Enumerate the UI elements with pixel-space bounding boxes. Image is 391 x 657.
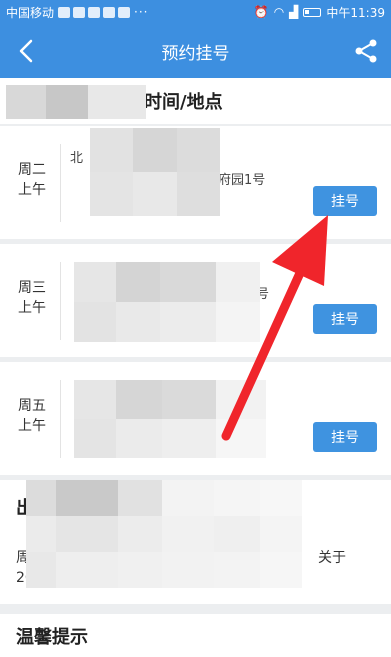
- clock: 中午11:39: [326, 5, 385, 20]
- schedule-card: 周三 上午 号 挂号: [0, 244, 391, 357]
- share-icon: [355, 39, 377, 63]
- weekday-label: 周三 上午: [18, 280, 46, 316]
- blurred-doctor-info: [74, 262, 260, 342]
- register-button[interactable]: 挂号: [313, 422, 377, 452]
- register-button[interactable]: 挂号: [313, 304, 377, 334]
- tips-section: 温馨提示: [0, 614, 391, 657]
- more-notifications-icon: ···: [134, 5, 149, 19]
- signal-icon: ▟: [289, 5, 299, 19]
- page-title: 预约挂号: [161, 43, 230, 64]
- register-button[interactable]: 挂号: [313, 186, 377, 216]
- game-notification-icon: [118, 6, 131, 18]
- status-bar: 中国移动 ··· ⏰ ◠ ▟ 中午11:39: [0, 0, 391, 24]
- weekday-label: 周五 上午: [18, 398, 46, 434]
- schedule-card: 周二 上午 北 府园1号 挂号: [0, 126, 391, 239]
- video-notification-icon: [103, 6, 116, 18]
- wifi-icon: ◠: [273, 5, 285, 19]
- tips-title: 温馨提示: [16, 626, 88, 648]
- alarm-icon: ⏰: [253, 5, 269, 19]
- blurred-heading: [6, 85, 146, 119]
- blurred-doctor-info: [90, 128, 220, 216]
- carrier-label: 中国移动: [6, 5, 55, 20]
- notice-section: 出 周 关于 2019-10-17): [0, 480, 391, 604]
- chevron-left-icon: [19, 39, 33, 63]
- schedule-section-title: 时间/地点: [144, 92, 223, 113]
- blurred-notice-content: [26, 480, 302, 588]
- back-button[interactable]: [12, 36, 40, 66]
- app-header: 预约挂号: [0, 24, 391, 78]
- chat-notification-icon: [73, 6, 86, 18]
- weekday-label: 周二 上午: [18, 162, 46, 198]
- battery-icon: [303, 7, 322, 17]
- schedule-card: 周五 上午 挂号: [0, 362, 391, 475]
- share-button[interactable]: [353, 38, 379, 64]
- blurred-doctor-info: [74, 380, 266, 458]
- app-notification-icon: [58, 6, 71, 18]
- message-notification-icon: [88, 6, 101, 18]
